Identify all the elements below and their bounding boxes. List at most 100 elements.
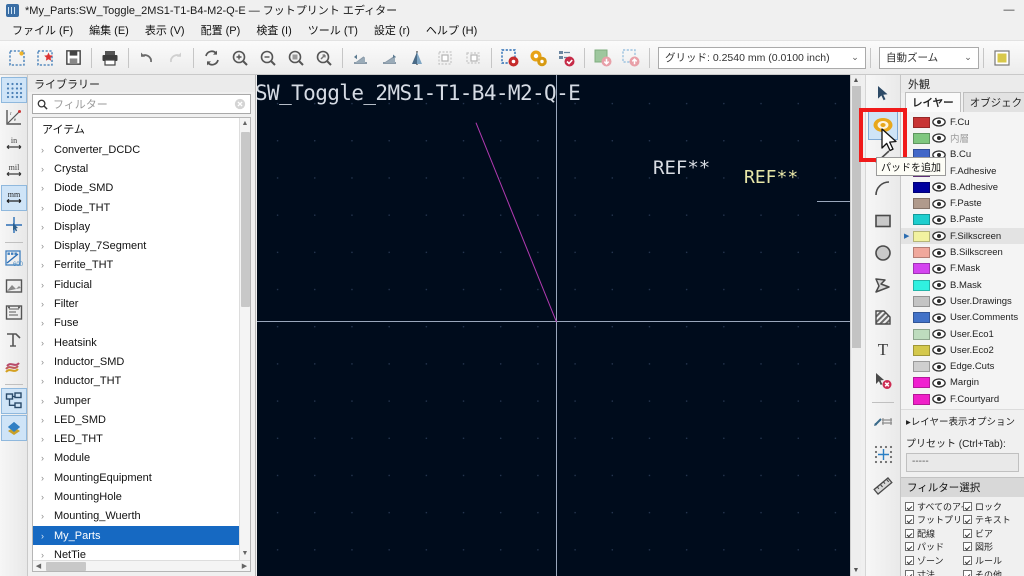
expander-icon[interactable]: ›	[41, 415, 54, 425]
filter-checkbox-row[interactable]: ロック	[963, 499, 1021, 513]
measure-tool-icon[interactable]	[868, 471, 898, 501]
delete-tool-icon[interactable]	[868, 366, 898, 396]
toggle-tree-panel-icon[interactable]	[0, 388, 27, 414]
expander-icon[interactable]: ›	[41, 357, 54, 367]
add-dimension-icon[interactable]	[868, 407, 898, 437]
scroll-down-icon[interactable]: ▼	[240, 548, 250, 559]
library-item[interactable]: › Inductor_SMD	[33, 352, 250, 371]
layer-row[interactable]: ▶ F.Silkscreen	[901, 228, 1024, 245]
layer-color-swatch[interactable]	[913, 295, 930, 307]
layer-selector-icon[interactable]	[988, 44, 1016, 72]
layer-visibility-eye-icon[interactable]	[930, 231, 948, 241]
grid-selector[interactable]: グリッド: 0.2540 mm (0.0100 inch) ⌄	[658, 46, 866, 69]
draw-polygon-icon[interactable]	[868, 270, 898, 300]
check-footprint-icon[interactable]	[552, 44, 580, 72]
layer-color-swatch[interactable]	[913, 230, 930, 242]
undo-icon[interactable]	[133, 44, 161, 72]
checkbox-icon[interactable]	[905, 556, 914, 566]
layer-visibility-eye-icon[interactable]	[930, 313, 948, 323]
zoom-out-icon[interactable]	[254, 44, 282, 72]
checkbox-icon[interactable]	[905, 569, 914, 576]
zoom-selector[interactable]: 自動ズーム ⌄	[879, 46, 979, 69]
library-item[interactable]: › Jumper	[33, 391, 250, 410]
scroll-up-icon[interactable]: ▲	[240, 118, 250, 129]
library-item[interactable]: › Display	[33, 217, 250, 236]
units-mils-icon[interactable]: mil	[1, 158, 27, 184]
expander-icon[interactable]: ›	[41, 280, 54, 290]
toggle-grid-icon[interactable]	[0, 77, 27, 103]
tab-layers[interactable]: レイヤー	[905, 92, 961, 112]
filter-checkbox-row[interactable]: 配線	[905, 527, 963, 541]
filter-checkbox-row[interactable]: 図形	[963, 540, 1021, 554]
set-grid-origin-icon[interactable]	[868, 439, 898, 469]
expander-icon[interactable]: ›	[41, 434, 54, 444]
layer-visibility-eye-icon[interactable]	[930, 247, 948, 258]
scroll-thumb-h[interactable]	[46, 561, 86, 571]
layer-color-swatch[interactable]	[913, 198, 930, 210]
scroll-up-icon[interactable]: ▲	[851, 75, 861, 86]
library-item[interactable]: › Module	[33, 449, 250, 468]
scroll-right-icon[interactable]: ▶	[239, 562, 250, 570]
show-text-sketch-icon[interactable]	[1, 300, 27, 326]
add-text-icon[interactable]: T	[868, 334, 898, 364]
save-icon[interactable]	[59, 44, 87, 72]
expander-icon[interactable]: ›	[41, 511, 54, 521]
zoom-fit-icon[interactable]	[282, 44, 310, 72]
checkbox-icon[interactable]	[905, 501, 914, 511]
library-item[interactable]: › MountingHole	[33, 487, 250, 506]
library-item[interactable]: › Mounting_Wuerth	[33, 507, 250, 526]
layer-color-swatch[interactable]	[913, 377, 930, 389]
layer-visibility-eye-icon[interactable]	[930, 117, 948, 127]
layer-row[interactable]: F.Mask	[901, 261, 1024, 277]
library-item[interactable]: › Crystal	[33, 159, 250, 178]
layer-visibility-eye-icon[interactable]	[930, 345, 948, 355]
refresh-icon[interactable]	[198, 44, 226, 72]
footprint-properties-icon[interactable]	[431, 44, 459, 72]
layer-color-swatch[interactable]	[913, 247, 930, 259]
new-footprint-from-wizard-icon[interactable]	[31, 44, 59, 72]
layer-row[interactable]: F.Paste	[901, 195, 1024, 211]
expander-icon[interactable]: ›	[41, 473, 54, 483]
expander-icon[interactable]: ›	[41, 260, 54, 270]
footprint-name-label[interactable]: SW_Toggle_2MS1-T1-B4-M2-Q-E	[257, 81, 581, 105]
layer-row[interactable]: F.Cu	[901, 114, 1024, 130]
layer-visibility-eye-icon[interactable]	[930, 296, 948, 307]
zoom-in-icon[interactable]	[226, 44, 254, 72]
scroll-thumb[interactable]	[852, 86, 861, 348]
filter-checkbox-row[interactable]: テキスト	[963, 513, 1021, 527]
layer-color-swatch[interactable]	[913, 361, 930, 373]
menu-help[interactable]: ヘルプ (H)	[418, 20, 485, 40]
expander-icon[interactable]: ›	[41, 531, 54, 541]
draw-arc-icon[interactable]	[868, 174, 898, 204]
checkbox-icon[interactable]	[963, 542, 972, 552]
expander-icon[interactable]: ›	[41, 222, 54, 232]
layer-color-swatch[interactable]	[913, 393, 930, 405]
layer-row[interactable]: B.Paste	[901, 212, 1024, 228]
layer-color-swatch[interactable]	[913, 116, 930, 128]
menu-preferences[interactable]: 設定 (r)	[366, 20, 418, 40]
default-pad-properties-icon[interactable]	[459, 44, 487, 72]
toggle-cursor-icon[interactable]	[1, 212, 27, 238]
redo-icon[interactable]	[161, 44, 189, 72]
add-zone-icon[interactable]	[868, 302, 898, 332]
layer-color-swatch[interactable]	[913, 214, 930, 226]
zoom-area-icon[interactable]	[310, 44, 338, 72]
layer-visibility-eye-icon[interactable]	[930, 133, 948, 144]
layer-color-swatch[interactable]	[913, 279, 930, 291]
layer-color-swatch[interactable]	[913, 181, 930, 193]
draw-circle-icon[interactable]	[868, 238, 898, 268]
checkbox-icon[interactable]	[963, 528, 972, 538]
library-vertical-scrollbar[interactable]: ▲ ▼	[239, 118, 250, 571]
units-inches-icon[interactable]: in	[1, 131, 27, 157]
layer-visibility-eye-icon[interactable]	[930, 215, 948, 225]
polar-coordinates-icon[interactable]: re	[1, 104, 27, 130]
load-footprint-from-board-icon[interactable]	[589, 44, 617, 72]
layer-visibility-eye-icon[interactable]	[930, 394, 948, 404]
filter-checkbox-row[interactable]: その他	[963, 567, 1021, 576]
library-tree[interactable]: アイテム › Converter_DCDC › Crystal › Diode_SMD › D…	[32, 117, 251, 572]
expander-icon[interactable]: ›	[41, 241, 54, 251]
expander-icon[interactable]: ›	[41, 453, 54, 463]
menu-view[interactable]: 表示 (V)	[137, 20, 193, 40]
checkbox-icon[interactable]	[963, 556, 972, 566]
layer-visibility-eye-icon[interactable]	[930, 329, 948, 339]
